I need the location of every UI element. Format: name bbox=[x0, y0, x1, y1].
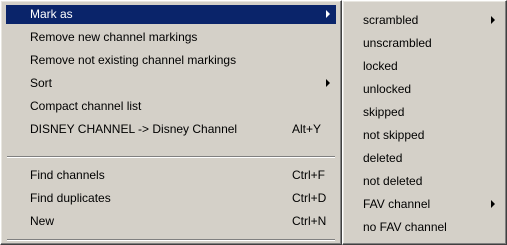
submenu-arrow-icon bbox=[326, 10, 330, 18]
menu-item-label: Compact channel list bbox=[30, 99, 142, 113]
submenu-item-label: skipped bbox=[363, 105, 405, 119]
submenu-item-unlocked[interactable]: unlocked bbox=[348, 80, 501, 99]
submenu-item-label: unscrambled bbox=[363, 36, 432, 50]
submenu-item-label: not deleted bbox=[363, 174, 423, 188]
submenu-item-label: not skipped bbox=[363, 128, 425, 142]
menu-item-label: New bbox=[30, 214, 55, 228]
submenu-arrow-icon bbox=[491, 200, 495, 208]
menu-item-new[interactable]: New Ctrl+N bbox=[6, 212, 336, 231]
submenu-item-fav-channel[interactable]: FAV channel bbox=[348, 195, 501, 214]
menu-separator bbox=[7, 239, 335, 241]
menu-item-label: Mark as bbox=[30, 7, 73, 21]
menu-item-shortcut: Ctrl+D bbox=[292, 191, 327, 205]
submenu-arrow-icon bbox=[491, 16, 495, 24]
submenu-item-scrambled[interactable]: scrambled bbox=[348, 11, 501, 30]
menu-item-rename-disney[interactable]: DISNEY CHANNEL -> Disney Channel Alt+Y bbox=[6, 120, 336, 139]
submenu-item-locked[interactable]: locked bbox=[348, 57, 501, 76]
submenu-arrow-icon bbox=[326, 79, 330, 87]
menu-item-remove-not-existing-markings[interactable]: Remove not existing channel markings bbox=[6, 51, 336, 70]
menu-item-find-duplicates[interactable]: Find duplicates Ctrl+D bbox=[6, 189, 336, 208]
menu-item-shortcut: Ctrl+F bbox=[292, 168, 325, 182]
mark-as-submenu: scrambled unscrambled locked unlocked sk… bbox=[342, 0, 507, 245]
menu-item-label: Find duplicates bbox=[30, 191, 111, 205]
submenu-item-deleted[interactable]: deleted bbox=[348, 149, 501, 168]
menu-item-compact-channel-list[interactable]: Compact channel list bbox=[6, 97, 336, 116]
menu-item-sort[interactable]: Sort bbox=[6, 74, 336, 93]
menu-item-label: Remove not existing channel markings bbox=[30, 53, 237, 67]
submenu-item-label: FAV channel bbox=[363, 197, 431, 211]
submenu-item-label: deleted bbox=[363, 151, 403, 165]
menu-item-label: Find channels bbox=[30, 168, 105, 182]
submenu-item-label: unlocked bbox=[363, 82, 412, 96]
menu-item-shortcut: Alt+Y bbox=[292, 122, 322, 136]
menu-separator bbox=[7, 156, 335, 158]
menu-item-mark-as[interactable]: Mark as bbox=[6, 5, 336, 24]
submenu-item-skipped[interactable]: skipped bbox=[348, 103, 501, 122]
context-menu: Mark as Remove new channel markings Remo… bbox=[0, 0, 342, 245]
submenu-item-label: scrambled bbox=[363, 13, 419, 27]
menu-item-label: Remove new channel markings bbox=[30, 30, 198, 44]
submenu-item-unscrambled[interactable]: unscrambled bbox=[348, 34, 501, 53]
menu-item-label: Sort bbox=[30, 76, 53, 90]
submenu-item-label: locked bbox=[363, 59, 398, 73]
submenu-item-not-skipped[interactable]: not skipped bbox=[348, 126, 501, 145]
menu-item-shortcut: Ctrl+N bbox=[292, 214, 327, 228]
submenu-item-not-deleted[interactable]: not deleted bbox=[348, 172, 501, 191]
submenu-item-no-fav-channel[interactable]: no FAV channel bbox=[348, 218, 501, 237]
submenu-item-label: no FAV channel bbox=[363, 220, 447, 234]
menu-item-label: DISNEY CHANNEL -> Disney Channel bbox=[30, 122, 238, 136]
menu-item-remove-new-markings[interactable]: Remove new channel markings bbox=[6, 28, 336, 47]
menu-item-find-channels[interactable]: Find channels Ctrl+F bbox=[6, 166, 336, 185]
